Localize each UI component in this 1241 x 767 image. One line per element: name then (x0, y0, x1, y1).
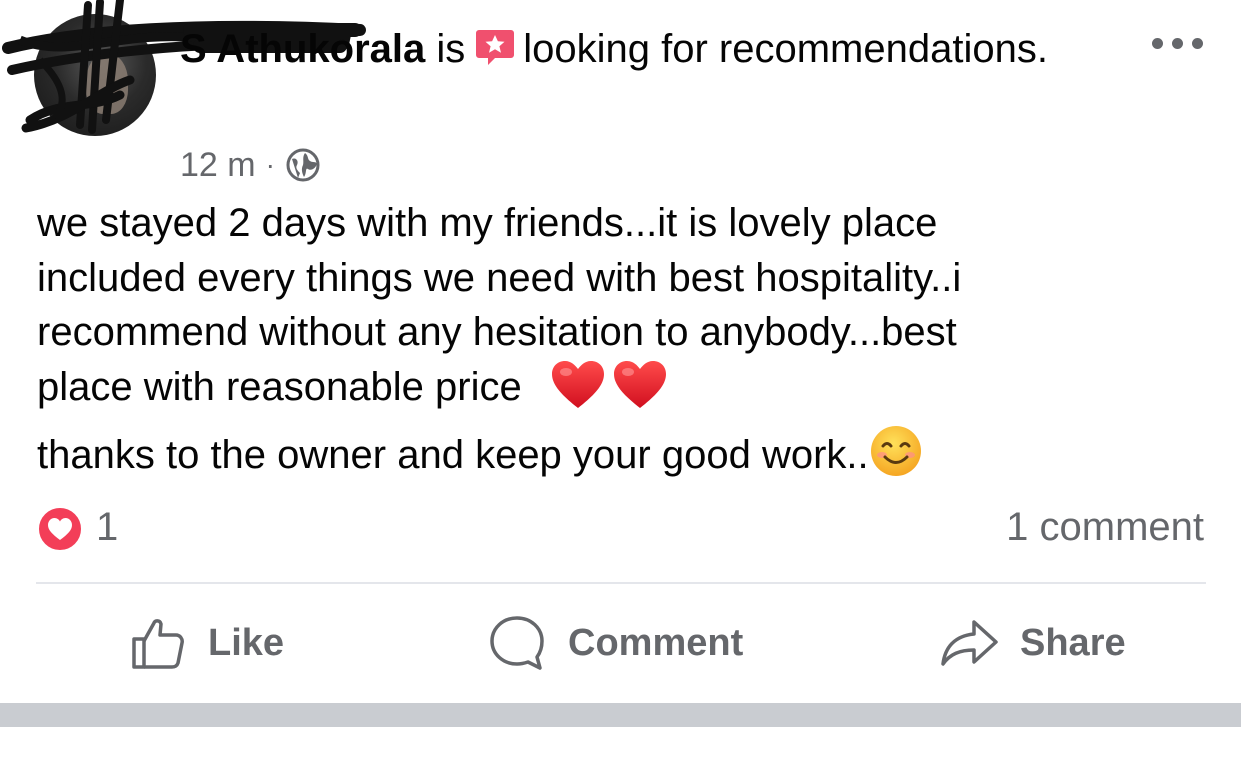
red-heart-icon (550, 360, 606, 425)
red-heart-icon (612, 360, 668, 425)
status-verb: is (436, 27, 466, 71)
timestamp[interactable]: 12 m (180, 146, 256, 185)
post-card: S Athukorala is looking for recommendati… (0, 0, 1241, 703)
post-text-line: included every things we need with best … (37, 255, 962, 300)
author-name[interactable]: S Athukorala (180, 27, 425, 71)
share-button[interactable]: Share (940, 612, 1126, 674)
share-label: Share (1020, 621, 1126, 664)
globe-icon[interactable] (285, 147, 321, 183)
more-options-button[interactable] (1152, 28, 1204, 58)
action-bar: Like Comment Share (0, 584, 1241, 702)
more-dot-icon (1192, 38, 1203, 49)
status-text: looking for recommendations. (523, 27, 1048, 71)
post-meta: 12 m · (180, 143, 321, 187)
feed-separator (0, 703, 1241, 727)
post-body: we stayed 2 days with my friends...it is… (37, 196, 1217, 493)
share-arrow-icon (941, 620, 998, 666)
more-dot-icon (1152, 38, 1163, 49)
post-text-line: we stayed 2 days with my friends...it is… (37, 201, 938, 245)
recommendation-star-icon (475, 23, 515, 65)
love-reaction-icon[interactable] (36, 505, 84, 553)
post-text-line: place with reasonable price (37, 364, 522, 409)
avatar[interactable] (34, 14, 156, 136)
reaction-count[interactable]: 1 (96, 500, 118, 554)
speech-bubble-icon (490, 616, 544, 670)
comment-label: Comment (568, 621, 744, 664)
post-header-text: S Athukorala is looking for recommendati… (180, 18, 1080, 80)
like-button[interactable]: Like (130, 612, 284, 674)
more-dot-icon (1172, 38, 1183, 49)
post-text-line: thanks to the owner and keep your good w… (37, 433, 869, 477)
post-text-line: recommend without any hesitation to anyb… (37, 310, 957, 354)
smiling-face-icon (869, 424, 923, 493)
avatar-face (86, 54, 128, 114)
thumbs-up-icon (132, 619, 184, 669)
comment-button[interactable]: Comment (488, 612, 743, 674)
reactions-bar: 1 1 comment (36, 500, 1204, 554)
like-label: Like (208, 621, 285, 664)
meta-separator: · (265, 149, 275, 180)
comment-count[interactable]: 1 comment (1006, 500, 1204, 554)
next-post-area (0, 727, 1241, 767)
